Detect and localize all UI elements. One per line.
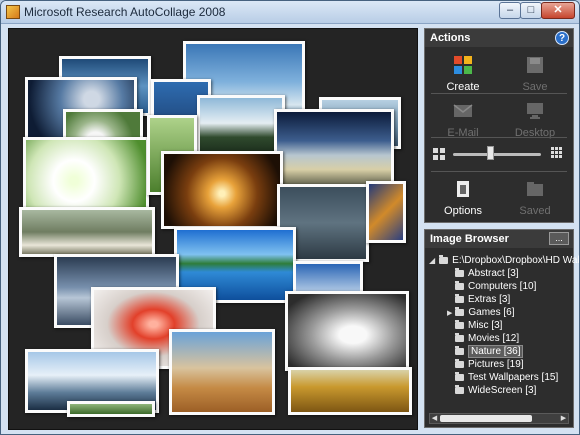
folder-icon: [455, 346, 464, 355]
tree-item-label: Games [6]: [468, 307, 515, 318]
minimize-button[interactable]: –: [499, 2, 521, 19]
saved-label: Saved: [519, 205, 551, 217]
tree-item-label: Abstract [3]: [468, 268, 519, 279]
actions-divider-3: [431, 171, 567, 172]
create-collage-icon: [454, 56, 472, 74]
collage-photo-coral: [366, 181, 406, 243]
tree-item-selected[interactable]: Nature [36]: [455, 345, 524, 358]
tree-item[interactable]: Movies [12]: [455, 333, 519, 345]
tree-item-label: Pictures [19]: [468, 359, 524, 370]
actions-header: Actions: [425, 29, 573, 47]
options-button[interactable]: Options: [433, 179, 493, 217]
horizontal-scrollbar[interactable]: ◀ ▶: [429, 413, 569, 424]
folder-icon: [455, 320, 464, 329]
tree-item-label: Extras [3]: [468, 294, 511, 305]
image-browser-panel: Image Browser ... ◢ E:\Dropbox\Dropbox\HD…: [424, 229, 579, 428]
expand-arrow-icon[interactable]: ▶: [447, 310, 452, 317]
window-title: Microsoft Research AutoCollage 2008: [24, 5, 226, 19]
help-icon[interactable]: ?: [555, 31, 569, 45]
tree-item[interactable]: WideScreen [3]: [455, 385, 536, 397]
desktop-monitor-icon: [527, 103, 543, 119]
folder-icon: [455, 307, 465, 316]
collage-photo-wheat: [288, 367, 412, 415]
collage-photo-lake-trees: [197, 95, 285, 157]
few-images-icon: [433, 148, 445, 160]
tree-item[interactable]: Abstract [3]: [455, 268, 519, 280]
floppy-disk-icon: [527, 57, 543, 73]
collage-photo-path: [19, 207, 155, 257]
folder-icon: [455, 268, 464, 277]
collage-photo-white-lily: [23, 137, 149, 217]
browse-folder-button[interactable]: ...: [549, 232, 569, 245]
create-button[interactable]: Create: [433, 55, 493, 93]
tree-root[interactable]: ◢ E:\Dropbox\Dropbox\HD Wal: [429, 255, 580, 267]
tree-item-label: Computers [10]: [468, 281, 537, 292]
image-count-slider-track[interactable]: [453, 153, 541, 156]
folder-icon: [455, 281, 464, 290]
image-count-slider-thumb[interactable]: [486, 146, 494, 160]
scroll-right-icon[interactable]: ▶: [559, 414, 568, 423]
options-icon: [457, 181, 469, 197]
folder-icon: [455, 385, 464, 394]
tree-item[interactable]: Pictures [19]: [455, 359, 524, 371]
email-button[interactable]: E-Mail: [433, 101, 493, 139]
app-window: Microsoft Research AutoCollage 2008 – □ …: [0, 0, 580, 435]
collage-photo-desert: [169, 329, 275, 415]
collage-photo-dusk-beach: [274, 109, 394, 187]
scrollbar-thumb[interactable]: [440, 415, 532, 422]
saved-button[interactable]: Saved: [505, 179, 565, 217]
scroll-left-icon[interactable]: ◀: [430, 414, 439, 423]
collage-photo-sun-forest: [161, 151, 283, 229]
folder-icon: [455, 359, 464, 368]
create-label: Create: [446, 81, 480, 93]
save-button[interactable]: Save: [505, 55, 565, 93]
collage-photo-grass-strip: [67, 401, 155, 417]
tree-item[interactable]: Computers [10]: [455, 281, 536, 293]
tree-item-label: Misc [3]: [468, 320, 503, 331]
email-icon: [453, 104, 473, 117]
maximize-button[interactable]: □: [520, 2, 542, 19]
actions-divider-1: [431, 93, 567, 94]
tree-item[interactable]: Misc [3]: [455, 320, 502, 332]
folder-icon: [455, 333, 464, 342]
tree-item-label: Nature [36]: [468, 345, 524, 358]
tree-item-label: WideScreen [3]: [468, 385, 537, 396]
tree-item[interactable]: ▶ Games [6]: [447, 307, 515, 319]
tree-item-label: Test Wallpapers [15]: [468, 372, 559, 383]
actions-divider-2: [431, 137, 567, 138]
folder-icon: [455, 294, 464, 303]
autocollage-app-icon: [6, 5, 20, 19]
folder-icon: [439, 255, 449, 264]
collapse-arrow-icon: ◢: [429, 256, 436, 265]
collage-photo-wolf: [285, 291, 409, 371]
close-button[interactable]: ✕: [541, 2, 575, 19]
tree-root-label: E:\Dropbox\Dropbox\HD Wal: [452, 255, 580, 266]
collage-canvas[interactable]: [8, 28, 418, 430]
actions-panel: Actions ? Create Save E-Mail Desktop Opt…: [424, 28, 574, 223]
tree-item-label: Movies [12]: [468, 333, 520, 344]
desktop-button[interactable]: Desktop: [505, 101, 565, 139]
saved-folder-icon: [527, 182, 543, 196]
save-label: Save: [522, 81, 548, 93]
tree-item[interactable]: Extras [3]: [455, 294, 510, 306]
tree-item[interactable]: Test Wallpapers [15]: [455, 372, 558, 384]
folder-icon: [455, 372, 464, 381]
options-label: Options: [444, 205, 482, 217]
many-images-icon: [551, 147, 562, 158]
title-bar[interactable]: Microsoft Research AutoCollage 2008 – □ …: [1, 1, 579, 24]
